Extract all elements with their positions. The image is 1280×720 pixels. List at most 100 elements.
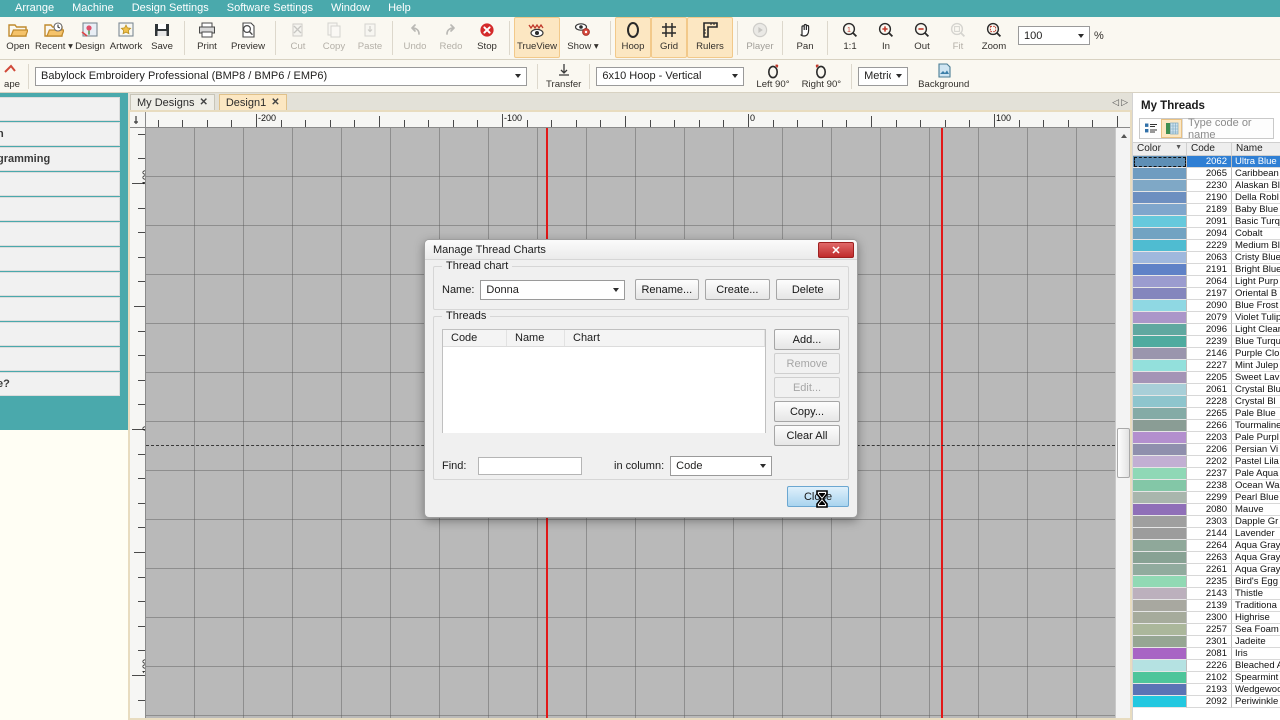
thread-row[interactable]: 2261 Aqua Gray [1133,564,1280,576]
thread-row[interactable]: 2146 Purple Clo [1133,348,1280,360]
vertical-ruler[interactable]: 1000-100 [130,128,146,718]
copy-button[interactable]: Copy [316,17,352,58]
edit-button[interactable]: Edit... [774,377,840,398]
thread-row[interactable]: 2065 Caribbean [1133,168,1280,180]
show-button[interactable]: Show ▾ [560,17,606,58]
thread-row[interactable]: 2203 Pale Purpl [1133,432,1280,444]
trueview-button[interactable]: TrueView [514,17,560,58]
thread-row[interactable]: 2063 Cristy Blue [1133,252,1280,264]
list-item[interactable] [0,97,120,121]
undo-button[interactable]: Undo [397,17,433,58]
close-icon[interactable]: ✕ [199,97,207,108]
rename-button[interactable]: Rename... [634,279,700,300]
thread-row[interactable]: 2096 Light Clear [1133,324,1280,336]
thread-row[interactable]: 2090 Blue Frost [1133,300,1280,312]
remove-button[interactable]: Remove [774,353,840,374]
thread-row[interactable]: 2264 Aqua Gray [1133,540,1280,552]
thread-row[interactable]: 2266 Tourmaline [1133,420,1280,432]
thread-search-input[interactable]: Type code or name [1182,117,1273,141]
column-header-color[interactable]: Color ▼ [1133,143,1187,155]
canvas-vertical-scrollbar[interactable] [1115,128,1130,718]
cut-button[interactable]: Cut [280,17,316,58]
list-view-icon[interactable] [1140,119,1161,138]
thread-chart-name-select[interactable]: Donna [480,279,625,300]
thread-row[interactable]: 2205 Sweet Lav [1133,372,1280,384]
tab-next-icon[interactable]: ▷ [1121,97,1128,108]
list-item[interactable]: e? [0,372,120,396]
column-header-name[interactable]: Name [1232,143,1280,155]
column-header-code[interactable]: Code [1187,143,1232,155]
thread-row[interactable]: 2257 Sea Foam [1133,624,1280,636]
units-select[interactable]: Metric [858,66,909,86]
thread-row[interactable]: 2238 Ocean Wa [1133,480,1280,492]
chevron-down-icon[interactable] [1073,27,1089,44]
thread-row[interactable]: 2228 Crystal Bl [1133,396,1280,408]
thread-row[interactable]: 2144 Lavender [1133,528,1280,540]
menu-item-software-settings[interactable]: Software Settings [218,0,322,17]
find-input[interactable] [478,457,582,475]
list-item[interactable]: gramming [0,147,120,171]
rotate-right-90-button[interactable]: Right 90° [798,61,846,92]
chevron-down-icon[interactable] [755,458,771,475]
hoop-button[interactable]: Hoop [615,17,651,58]
threads-listbox[interactable]: Code Name Chart [442,329,766,433]
thread-row[interactable]: 2227 Mint Julep [1133,360,1280,372]
clear-all-button[interactable]: Clear All [774,425,840,446]
list-item[interactable] [0,322,120,346]
zoom-1to1-button[interactable]: 1 1:1 [832,17,868,58]
thread-row[interactable]: 2299 Pearl Blue [1133,492,1280,504]
copy-button[interactable]: Copy... [774,401,840,422]
create-button[interactable]: Create... [705,279,770,300]
menu-item-window[interactable]: Window [322,0,379,17]
list-item[interactable] [0,197,120,221]
transfer-button[interactable]: Transfer [542,61,585,92]
list-item[interactable] [0,347,120,371]
thread-row[interactable]: 2197 Oriental B [1133,288,1280,300]
horizontal-ruler[interactable]: -200 -100 0 100 [146,112,1130,128]
thread-row[interactable]: 2303 Dapple Gr [1133,516,1280,528]
shape-button[interactable]: ape [0,61,24,92]
redo-button[interactable]: Redo [433,17,469,58]
thread-row[interactable]: 2091 Basic Turq [1133,216,1280,228]
rotate-left-90-button[interactable]: Left 90° [752,61,793,92]
chevron-down-icon[interactable] [608,281,624,298]
pan-button[interactable]: Pan [787,17,823,58]
chevron-down-icon[interactable] [727,68,743,85]
delete-button[interactable]: Delete [775,279,840,300]
print-button[interactable]: Print [189,17,225,58]
thread-row[interactable]: 2189 Baby Blue [1133,204,1280,216]
thread-row[interactable]: 2061 Crystal Blu [1133,384,1280,396]
thread-row[interactable]: 2079 Violet Tulip [1133,312,1280,324]
stop-button[interactable]: Stop [469,17,505,58]
chevron-down-icon[interactable] [510,68,526,85]
thread-row[interactable]: 2062 Ultra Blue [1133,156,1280,168]
thread-row[interactable]: 2191 Bright Blue [1133,264,1280,276]
column-header-name[interactable]: Name [507,330,565,346]
preview-button[interactable]: Preview [225,17,271,58]
design-button[interactable]: Design [72,17,108,58]
list-item[interactable]: n [0,122,120,146]
column-header-code[interactable]: Code [443,330,507,346]
thread-row[interactable]: 2300 Highrise [1133,612,1280,624]
chevron-down-icon[interactable] [891,68,907,85]
scrollbar-thumb[interactable] [1117,428,1130,478]
open-button[interactable]: Open [0,17,36,58]
scroll-up-icon[interactable] [1117,129,1130,142]
thread-row[interactable]: 2263 Aqua Gray [1133,552,1280,564]
thread-row[interactable]: 2139 Traditiona [1133,600,1280,612]
zoom-fit-button[interactable]: Fit [940,17,976,58]
rulers-button[interactable]: Rulers [687,17,733,58]
dialog-title-bar[interactable]: Manage Thread Charts ✕ [425,240,857,260]
thread-row[interactable]: 2143 Thistle [1133,588,1280,600]
machine-select[interactable]: Babylock Embroidery Professional (BMP8 /… [35,66,527,86]
zoom-marquee-button[interactable]: Zoom [976,17,1012,58]
close-icon[interactable]: ✕ [818,242,854,258]
recent-button[interactable]: Recent ▾ [35,17,73,58]
thread-row[interactable]: 2102 Spearmint [1133,672,1280,684]
thread-row[interactable]: 2230 Alaskan Bl [1133,180,1280,192]
tab-prev-icon[interactable]: ◁ [1112,97,1119,108]
thread-row[interactable]: 2064 Light Purp [1133,276,1280,288]
save-button[interactable]: Save [144,17,180,58]
thread-row[interactable]: 2265 Pale Blue [1133,408,1280,420]
thread-row[interactable]: 2193 Wedgewoo [1133,684,1280,696]
